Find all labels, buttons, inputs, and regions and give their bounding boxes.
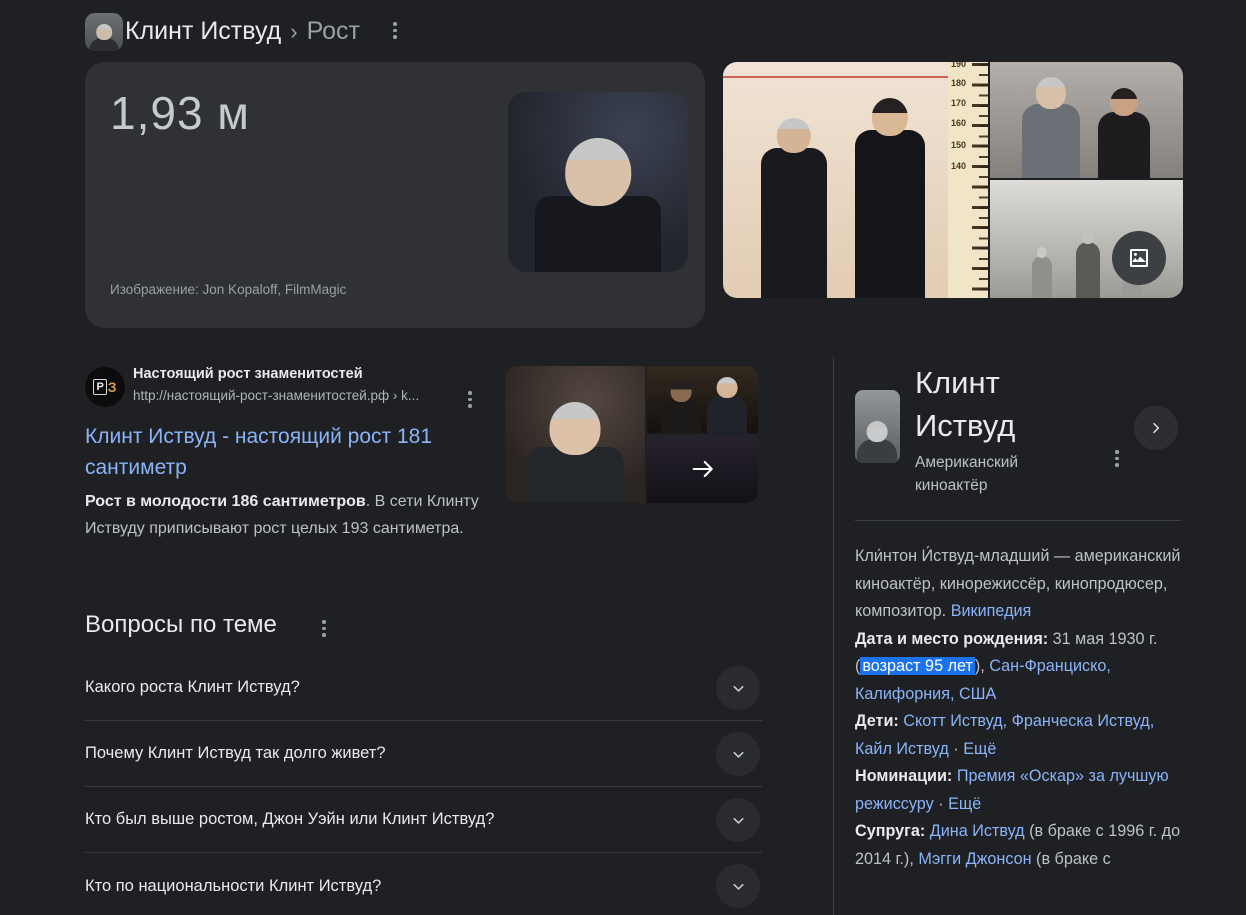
- photo-icon: [1127, 246, 1151, 270]
- breadcrumb-attribute[interactable]: Рост: [307, 17, 360, 46]
- figure: [1076, 242, 1100, 298]
- figure: [857, 439, 897, 463]
- inline-text: ·: [949, 740, 963, 758]
- chevron-down-icon[interactable]: [716, 666, 760, 710]
- inline-text: Супруга:: [855, 822, 930, 840]
- panel-description: Кли́нтон И́ствуд-младший — американский …: [855, 543, 1190, 626]
- result-thumb-photo[interactable]: [647, 366, 758, 433]
- inline-text: Номинации:: [855, 767, 957, 785]
- paa-question-text: Кто по национальности Клинт Иствуд?: [85, 877, 381, 896]
- result-title-link[interactable]: Клинт Иствуд - настоящий рост 181 сантим…: [85, 421, 477, 483]
- image-credit-caption: Изображение: Jon Kopaloff, FilmMagic: [110, 282, 346, 297]
- knowledge-panel-subtitle: Американский киноактёр: [915, 451, 1060, 497]
- column-divider: [833, 357, 834, 915]
- paa-question-text: Какого роста Клинт Иствуд?: [85, 678, 300, 697]
- chevron-down-icon[interactable]: [716, 732, 760, 776]
- panel-divider: [855, 520, 1181, 521]
- image-collage: 190 180 170 160 150 140: [723, 62, 1183, 298]
- ruler-label: 180: [951, 78, 966, 88]
- breadcrumb: Клинт Иствуд › Рост: [125, 17, 360, 46]
- result-more-options-icon[interactable]: [468, 391, 472, 408]
- panel-fact-children: Дети: Скотт Иствуд, Франческа Иствуд, Ка…: [855, 708, 1190, 763]
- ruler-label: 170: [951, 98, 966, 108]
- more-options-icon[interactable]: [393, 22, 397, 39]
- ruler-label: 140: [951, 161, 966, 171]
- inline-text: Дата и место рождения:: [855, 630, 1053, 648]
- clint-and-dina-photo[interactable]: [990, 62, 1183, 178]
- paa-question-row[interactable]: Кто по национальности Клинт Иствуд?: [85, 853, 762, 915]
- knowledge-panel-body: Кли́нтон И́ствуд-младший — американский …: [855, 543, 1190, 873]
- site-favicon[interactable]: Р З: [85, 367, 125, 407]
- figure: [526, 447, 624, 503]
- inline-text: Рост в молодости 186 сантиметров: [85, 493, 366, 510]
- google-search-results-page: Клинт Иствуд › Рост 1,93 м Изображение: …: [0, 0, 1246, 915]
- portrait-figure: [535, 196, 661, 272]
- chevron-down-icon[interactable]: [716, 798, 760, 842]
- people-also-ask-heading: Вопросы по теме: [85, 611, 277, 639]
- paa-question-text: Кто был выше ростом, Джон Уэйн или Клинт…: [85, 810, 494, 829]
- favicon-letter: Р: [93, 379, 106, 395]
- avatar-face: [89, 38, 119, 51]
- paa-question-row[interactable]: Какого роста Клинт Иствуд?: [85, 655, 762, 721]
- ruler-label: 190: [951, 62, 966, 69]
- figure: [1022, 104, 1080, 178]
- inline-text: ·: [934, 795, 948, 813]
- inline-link[interactable]: Ещё: [948, 795, 981, 813]
- breadcrumb-entity[interactable]: Клинт Иствуд: [125, 17, 281, 46]
- knowledge-panel-photo[interactable]: [855, 390, 900, 463]
- height-comparison-photo[interactable]: 190 180 170 160 150 140: [723, 62, 988, 298]
- entity-avatar[interactable]: [85, 13, 123, 51]
- ruler-label: 160: [951, 118, 966, 128]
- inline-link[interactable]: Ещё: [963, 740, 996, 758]
- inline-link[interactable]: Мэгги Джонсон: [918, 850, 1031, 868]
- figure: [1098, 112, 1150, 178]
- clint-eastwood-photo[interactable]: [508, 92, 688, 272]
- result-thumbnails: [505, 366, 758, 503]
- result-snippet: Рост в молодости 186 сантиметров. В сети…: [85, 488, 487, 542]
- figure: [707, 395, 747, 433]
- ruler-label: 150: [951, 140, 966, 150]
- result-url[interactable]: http://настоящий-рост-знаменитостей.рф ›…: [133, 388, 419, 403]
- figure-clint: [761, 148, 827, 298]
- highlighted-text: возраст 95 лет: [860, 657, 975, 675]
- inline-text: (в браке с: [1032, 850, 1111, 868]
- paa-more-options-icon[interactable]: [322, 620, 326, 637]
- chevron-down-icon[interactable]: [716, 864, 760, 908]
- paa-question-text: Почему Клинт Иствуд так долго живет?: [85, 744, 386, 763]
- featured-answer-card: 1,93 м Изображение: Jon Kopaloff, FilmMa…: [85, 62, 705, 328]
- result-site-name[interactable]: Настоящий рост знаменитостей: [133, 366, 363, 382]
- panel-fact-spouse: Супруга: Дина Иствуд (в браке с 1996 г. …: [855, 818, 1190, 873]
- inline-text: ),: [975, 657, 989, 675]
- inline-text: Дети:: [855, 712, 903, 730]
- arrow-right-icon: [689, 455, 717, 483]
- favicon-letter: З: [108, 379, 117, 395]
- chevron-right-icon: [1148, 420, 1164, 436]
- knowledge-panel-title: Клинт Иствуд: [915, 361, 1085, 447]
- result-thumb-portrait[interactable]: [505, 366, 645, 503]
- view-all-images-button[interactable]: [1112, 231, 1166, 285]
- inline-link[interactable]: Дина Иствуд: [930, 822, 1025, 840]
- panel-fact-birth: Дата и место рождения: 31 мая 1930 г. (в…: [855, 626, 1190, 709]
- result-thumb-more-photos[interactable]: [647, 435, 758, 503]
- figure-bradley: [855, 130, 925, 298]
- panel-more-options-icon[interactable]: [1115, 450, 1119, 467]
- height-answer-value: 1,93 м: [110, 86, 250, 140]
- breadcrumb-separator: ›: [290, 19, 297, 45]
- panel-fact-nominations: Номинации: Премия «Оскар» за лучшую режи…: [855, 763, 1190, 818]
- figure: [1032, 256, 1052, 298]
- inline-link[interactable]: Википедия: [951, 602, 1032, 620]
- people-also-ask-list: Какого роста Клинт Иствуд? Почему Клинт …: [85, 655, 762, 915]
- paa-question-row[interactable]: Кто был выше ростом, Джон Уэйн или Клинт…: [85, 787, 762, 853]
- paa-question-row[interactable]: Почему Клинт Иствуд так долго живет?: [85, 721, 762, 787]
- panel-next-button[interactable]: [1134, 406, 1178, 450]
- figure: [661, 399, 701, 433]
- height-ruler: 190 180 170 160 150 140: [948, 62, 988, 298]
